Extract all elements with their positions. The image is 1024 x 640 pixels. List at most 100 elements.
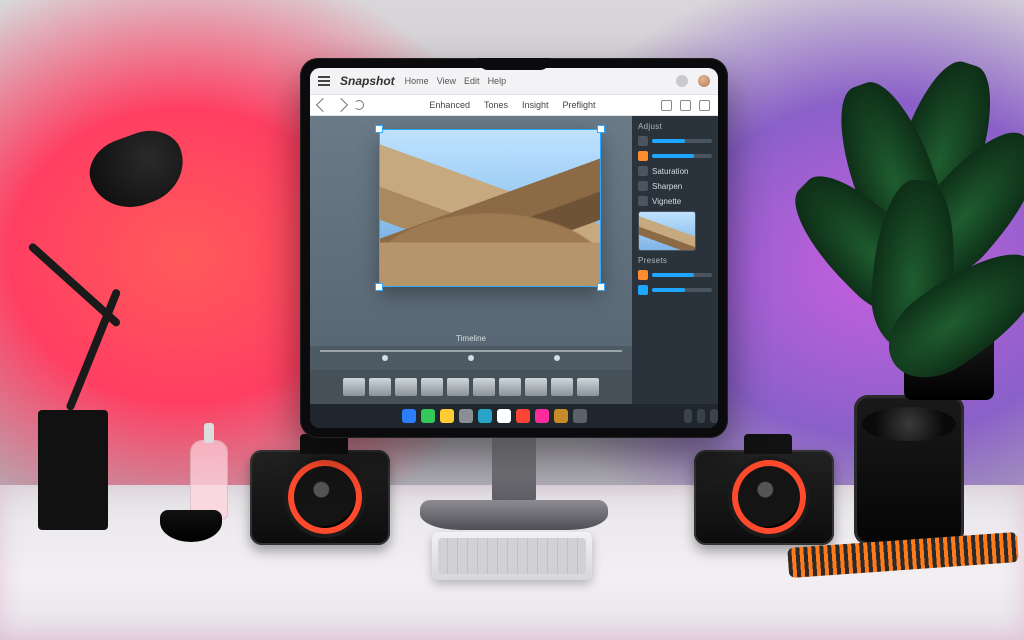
drop-icon bbox=[638, 166, 648, 176]
tray-icon[interactable] bbox=[697, 409, 705, 423]
timeline[interactable]: Timeline bbox=[310, 346, 632, 370]
app-toolbar: Enhanced Tones Insight Preflight bbox=[310, 94, 718, 116]
adjust-row[interactable]: Saturation bbox=[638, 166, 712, 176]
contrast-icon bbox=[638, 151, 648, 161]
taskbar-app-icon[interactable] bbox=[497, 409, 511, 423]
desk-lamp bbox=[27, 242, 122, 328]
adjust-row[interactable]: Vignette bbox=[638, 196, 712, 206]
canvas-area[interactable]: Timeline bbox=[310, 116, 632, 404]
tab[interactable]: Insight bbox=[522, 100, 549, 110]
resize-handle[interactable] bbox=[597, 125, 605, 133]
adjust-panel: Adjust Saturation Sharpen Vignette Prese… bbox=[632, 116, 718, 404]
taskbar-app-icon[interactable] bbox=[459, 409, 473, 423]
resize-handle[interactable] bbox=[597, 283, 605, 291]
taskbar-app-icon[interactable] bbox=[402, 409, 416, 423]
notification-icon[interactable] bbox=[676, 75, 688, 87]
monitor-bezel: Snapshot Home View Edit Help bbox=[300, 58, 728, 438]
tool-tabs: Enhanced Tones Insight Preflight bbox=[372, 100, 653, 110]
row-label: Sharpen bbox=[652, 182, 682, 191]
tab[interactable]: Tones bbox=[484, 100, 508, 110]
tab[interactable]: Preflight bbox=[563, 100, 596, 110]
filmstrip-thumb[interactable] bbox=[421, 378, 443, 396]
telephoto-lens bbox=[854, 395, 964, 545]
filmstrip-thumb[interactable] bbox=[447, 378, 469, 396]
vignette-icon bbox=[638, 196, 648, 206]
keyboard bbox=[432, 532, 592, 580]
sharpen-icon bbox=[638, 181, 648, 191]
grid-icon[interactable] bbox=[661, 100, 672, 111]
panel-header: Adjust bbox=[638, 122, 712, 131]
camera-right bbox=[694, 450, 834, 545]
desk-lamp bbox=[81, 121, 194, 219]
monitor: Snapshot Home View Edit Help bbox=[300, 58, 728, 438]
app-titlebar: Snapshot Home View Edit Help bbox=[310, 68, 718, 94]
export-icon[interactable] bbox=[680, 100, 691, 111]
taskbar-app-icon[interactable] bbox=[516, 409, 530, 423]
preset-row[interactable] bbox=[638, 285, 712, 295]
back-icon[interactable] bbox=[316, 98, 330, 112]
timeline-track bbox=[320, 350, 622, 352]
selection-outline bbox=[379, 129, 601, 287]
filmstrip-thumb[interactable] bbox=[525, 378, 547, 396]
preset-row[interactable] bbox=[638, 270, 712, 280]
adjust-row[interactable] bbox=[638, 136, 712, 146]
bottle bbox=[190, 440, 228, 520]
forward-icon[interactable] bbox=[334, 98, 348, 112]
preset-icon bbox=[638, 285, 648, 295]
app-menu: Home View Edit Help bbox=[405, 76, 506, 86]
resize-handle[interactable] bbox=[375, 283, 383, 291]
menu-item[interactable]: Help bbox=[488, 76, 507, 86]
filmstrip-thumb[interactable] bbox=[499, 378, 521, 396]
row-label: Vignette bbox=[652, 197, 681, 206]
resize-handle[interactable] bbox=[375, 125, 383, 133]
taskbar-app-icon[interactable] bbox=[421, 409, 435, 423]
menu-item[interactable]: Home bbox=[405, 76, 429, 86]
monitor-stand bbox=[420, 500, 608, 530]
taskbar-app-icon[interactable] bbox=[554, 409, 568, 423]
filmstrip-thumb[interactable] bbox=[551, 378, 573, 396]
slider[interactable] bbox=[652, 273, 712, 277]
tray-icon[interactable] bbox=[684, 409, 692, 423]
slider[interactable] bbox=[652, 139, 712, 143]
canvas[interactable] bbox=[380, 130, 600, 286]
reload-icon[interactable] bbox=[354, 100, 364, 110]
timeline-marker[interactable] bbox=[382, 355, 388, 361]
menu-item[interactable]: Edit bbox=[464, 76, 480, 86]
timeline-marker[interactable] bbox=[468, 355, 474, 361]
preview-thumb[interactable] bbox=[638, 211, 696, 251]
panel-subheader: Presets bbox=[638, 256, 712, 265]
monitor-notch bbox=[478, 58, 550, 70]
slider[interactable] bbox=[652, 154, 712, 158]
filmstrip-thumb[interactable] bbox=[473, 378, 495, 396]
taskbar-app-icon[interactable] bbox=[573, 409, 587, 423]
taskbar-app-icon[interactable] bbox=[535, 409, 549, 423]
sun-icon bbox=[638, 136, 648, 146]
taskbar-app-icon[interactable] bbox=[440, 409, 454, 423]
os-taskbar bbox=[310, 404, 718, 428]
menu-icon[interactable] bbox=[318, 76, 330, 86]
user-avatar[interactable] bbox=[698, 75, 710, 87]
filmstrip-thumb[interactable] bbox=[343, 378, 365, 396]
filmstrip-thumb[interactable] bbox=[395, 378, 417, 396]
tab[interactable]: Enhanced bbox=[429, 100, 470, 110]
adjust-row[interactable]: Sharpen bbox=[638, 181, 712, 191]
timeline-label: Timeline bbox=[456, 334, 486, 343]
camera-left bbox=[250, 450, 390, 545]
timeline-marker[interactable] bbox=[554, 355, 560, 361]
taskbar-app-icon[interactable] bbox=[478, 409, 492, 423]
adjust-row[interactable] bbox=[638, 151, 712, 161]
menu-item[interactable]: View bbox=[437, 76, 456, 86]
app-brand: Snapshot bbox=[340, 74, 395, 88]
row-label: Saturation bbox=[652, 167, 688, 176]
monitor-stand bbox=[492, 428, 536, 502]
filmstrip bbox=[310, 370, 632, 404]
settings-icon[interactable] bbox=[699, 100, 710, 111]
screen: Snapshot Home View Edit Help bbox=[310, 68, 718, 428]
tray-icon[interactable] bbox=[710, 409, 718, 423]
slider[interactable] bbox=[652, 288, 712, 292]
preset-icon bbox=[638, 270, 648, 280]
desk-lamp bbox=[38, 410, 108, 530]
workspace: Timeline bbox=[310, 116, 718, 404]
filmstrip-thumb[interactable] bbox=[369, 378, 391, 396]
filmstrip-thumb[interactable] bbox=[577, 378, 599, 396]
